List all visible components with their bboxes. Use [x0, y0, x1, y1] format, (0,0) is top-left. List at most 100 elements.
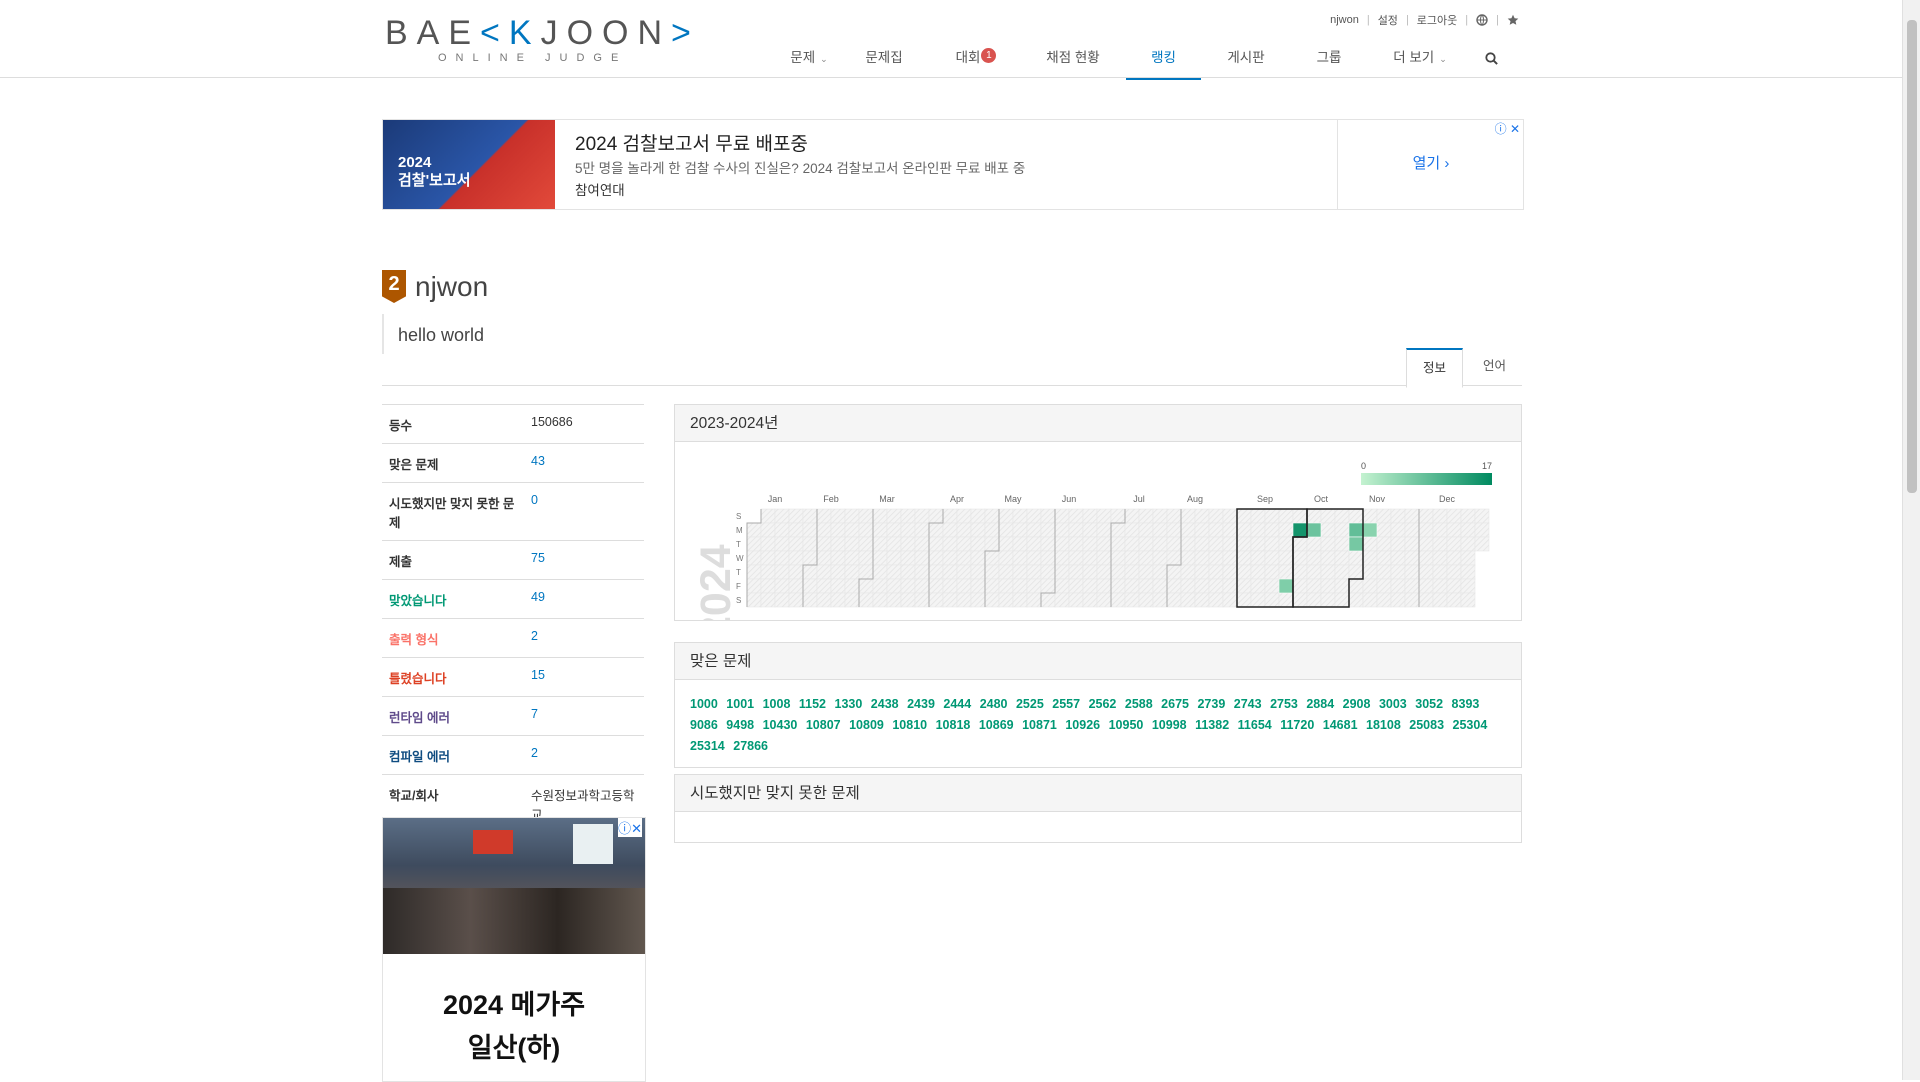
solved-problem-link[interactable]: 25314: [690, 739, 725, 753]
nav-ranking[interactable]: 랭킹: [1126, 48, 1201, 80]
solved-problem-link[interactable]: 14681: [1323, 718, 1358, 732]
solved-problem-link[interactable]: 2557: [1052, 697, 1080, 711]
solved-problem-link[interactable]: 11382: [1195, 718, 1229, 732]
solved-panel: 맞은 문제 1000 1001 1008 1152 1330 2438 2439…: [674, 642, 1522, 768]
streak-cell: [1264, 592, 1280, 608]
solved-problem-link[interactable]: 2480: [980, 697, 1008, 711]
solved-problem-link[interactable]: 2753: [1270, 697, 1298, 711]
solved-problem-link[interactable]: 27866: [733, 739, 768, 753]
stats-value[interactable]: 0: [524, 482, 644, 541]
streak-cell: [1320, 564, 1336, 580]
solved-problem-link[interactable]: 2438: [871, 697, 899, 711]
page-scrollbar[interactable]: [1902, 0, 1920, 1080]
streak-cell: [1278, 508, 1294, 524]
tab-info[interactable]: 정보: [1406, 348, 1464, 388]
streak-cell: [1292, 508, 1308, 524]
logout-link[interactable]: 로그아웃: [1417, 12, 1457, 28]
streak-cell: [1026, 550, 1042, 566]
streak-cell: [1376, 522, 1392, 538]
solved-problem-link[interactable]: 2562: [1089, 697, 1117, 711]
streak-cell: [900, 592, 916, 608]
solved-problem-link[interactable]: 2739: [1197, 697, 1225, 711]
streak-cell: [942, 522, 958, 538]
stats-value[interactable]: 75: [524, 540, 644, 580]
solved-problem-link[interactable]: 1001: [726, 697, 754, 711]
solved-problem-link[interactable]: 2675: [1161, 697, 1189, 711]
top-banner-ad[interactable]: 2024 검찰'보고서 2024 검찰보고서 무료 배포중 5만 명을 놀라게 한…: [382, 119, 1524, 210]
globe-icon[interactable]: [1476, 14, 1488, 26]
streak-cell: [1418, 578, 1434, 594]
nav-more[interactable]: 더 보기 ⌄: [1390, 48, 1450, 78]
solved-problem-link[interactable]: 2444: [943, 697, 971, 711]
nav-contests[interactable]: 대회 1: [952, 48, 1000, 78]
solved-problem-link[interactable]: 10807: [806, 718, 841, 732]
solved-problem-link[interactable]: 10869: [979, 718, 1014, 732]
solved-problem-link[interactable]: 2743: [1234, 697, 1262, 711]
solved-problem-link[interactable]: 11720: [1280, 718, 1314, 732]
solved-problem-link[interactable]: 18108: [1366, 718, 1401, 732]
solved-problem-link[interactable]: 9086: [690, 718, 718, 732]
stats-value[interactable]: 49: [524, 579, 644, 619]
settings-link[interactable]: 설정: [1378, 12, 1398, 28]
top-links: njwon | 설정 | 로그아웃 | |: [1330, 12, 1519, 28]
top-header: BAE<KJOON> ONLINE JUDGE njwon | 설정 | 로그아…: [0, 0, 1902, 80]
solved-problem-link[interactable]: 11654: [1238, 718, 1272, 732]
stats-value[interactable]: 43: [524, 443, 644, 483]
solved-problem-link[interactable]: 3052: [1415, 697, 1443, 711]
stats-value[interactable]: 2: [524, 735, 644, 775]
nav-status[interactable]: 채점 현황: [1045, 48, 1101, 78]
streak-cell: [1082, 564, 1098, 580]
stats-value[interactable]: 15: [524, 657, 644, 697]
solved-problem-link[interactable]: 2908: [1343, 697, 1371, 711]
tab-language[interactable]: 언어: [1467, 348, 1522, 385]
ad-close-icon[interactable]: ⓘ ✕: [1495, 120, 1520, 137]
solved-problem-link[interactable]: 2439: [907, 697, 935, 711]
solved-problem-link[interactable]: 1008: [763, 697, 791, 711]
streak-cell: [1306, 536, 1322, 552]
solved-problem-link[interactable]: 8393: [1452, 697, 1480, 711]
baekjoon-logo[interactable]: BAE<KJOON> ONLINE JUDGE: [385, 16, 700, 64]
solved-problem-link[interactable]: 10950: [1109, 718, 1144, 732]
streak-cell: [1236, 592, 1252, 608]
nav-workbooks[interactable]: 문제집: [864, 48, 904, 78]
solved-problem-link[interactable]: 10818: [936, 718, 971, 732]
solved-problem-link[interactable]: 10809: [849, 718, 884, 732]
streak-cell: [914, 522, 930, 538]
streak-cell: [1096, 522, 1112, 538]
nav-board[interactable]: 게시판: [1226, 48, 1266, 78]
stats-row: 등수 150686: [382, 404, 644, 444]
solved-problem-link[interactable]: 10810: [892, 718, 927, 732]
solved-problem-link[interactable]: 10871: [1022, 718, 1057, 732]
solved-problem-link[interactable]: 2525: [1016, 697, 1044, 711]
solved-problem-link[interactable]: 1152: [799, 697, 826, 711]
ad-title[interactable]: 2024 검찰보고서 무료 배포중: [575, 129, 808, 156]
scrollbar-thumb[interactable]: [1907, 20, 1917, 493]
solved-problem-link[interactable]: 2588: [1125, 697, 1153, 711]
solved-problem-link[interactable]: 3003: [1379, 697, 1407, 711]
streak-cell: [746, 592, 762, 608]
solved-problem-link[interactable]: 10430: [763, 718, 798, 732]
streak-cell: [1082, 578, 1098, 594]
solved-problem-link[interactable]: 2884: [1306, 697, 1334, 711]
solved-problem-link[interactable]: 25083: [1409, 718, 1444, 732]
nav-problems[interactable]: 문제 ⌄: [789, 48, 829, 78]
search-button[interactable]: [1481, 48, 1501, 78]
stats-label: 제출: [382, 540, 524, 580]
ad-close-icon[interactable]: ⓘ✕: [618, 818, 642, 837]
solved-problem-link[interactable]: 10926: [1065, 718, 1100, 732]
star-icon[interactable]: [1507, 14, 1519, 26]
streak-cell: [1376, 550, 1392, 566]
solved-problem-link[interactable]: 25304: [1453, 718, 1488, 732]
streak-cell: [844, 536, 860, 552]
stats-value[interactable]: 2: [524, 618, 644, 658]
streak-cell: [1194, 508, 1210, 524]
streak-cell: [1054, 522, 1070, 538]
solved-problem-link[interactable]: 1330: [835, 697, 863, 711]
username-link[interactable]: njwon: [1330, 14, 1359, 26]
side-ad[interactable]: 2024 메가주 일산(하) ⓘ✕: [382, 817, 646, 1082]
nav-groups[interactable]: 그룹: [1315, 48, 1343, 78]
solved-problem-link[interactable]: 10998: [1152, 718, 1187, 732]
solved-problem-link[interactable]: 1000: [690, 697, 718, 711]
solved-problem-link[interactable]: 9498: [726, 718, 754, 732]
stats-value[interactable]: 7: [524, 696, 644, 736]
